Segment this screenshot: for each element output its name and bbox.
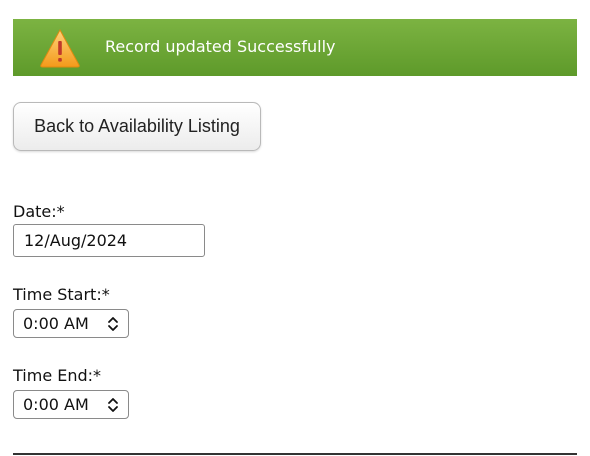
alert-message: Record updated Successfully [105, 37, 336, 56]
time-end-label: Time End:* [13, 366, 102, 385]
back-to-availability-listing-button[interactable]: Back to Availability Listing [13, 102, 261, 151]
time-end-select[interactable]: 0:00 AM [13, 390, 129, 419]
success-alert: Record updated Successfully [13, 19, 577, 76]
time-start-label: Time Start:* [13, 285, 110, 304]
chevron-up-down-icon [108, 398, 118, 412]
page: Record updated Successfully Back to Avai… [0, 0, 590, 456]
warning-triangle-icon [40, 28, 80, 68]
time-start-value: 0:00 AM [23, 314, 89, 333]
date-label: Date:* [13, 202, 65, 221]
date-input[interactable] [13, 224, 205, 257]
time-start-select[interactable]: 0:00 AM [13, 309, 129, 338]
chevron-up-down-icon [108, 317, 118, 331]
time-end-value: 0:00 AM [23, 395, 89, 414]
divider [13, 453, 577, 455]
